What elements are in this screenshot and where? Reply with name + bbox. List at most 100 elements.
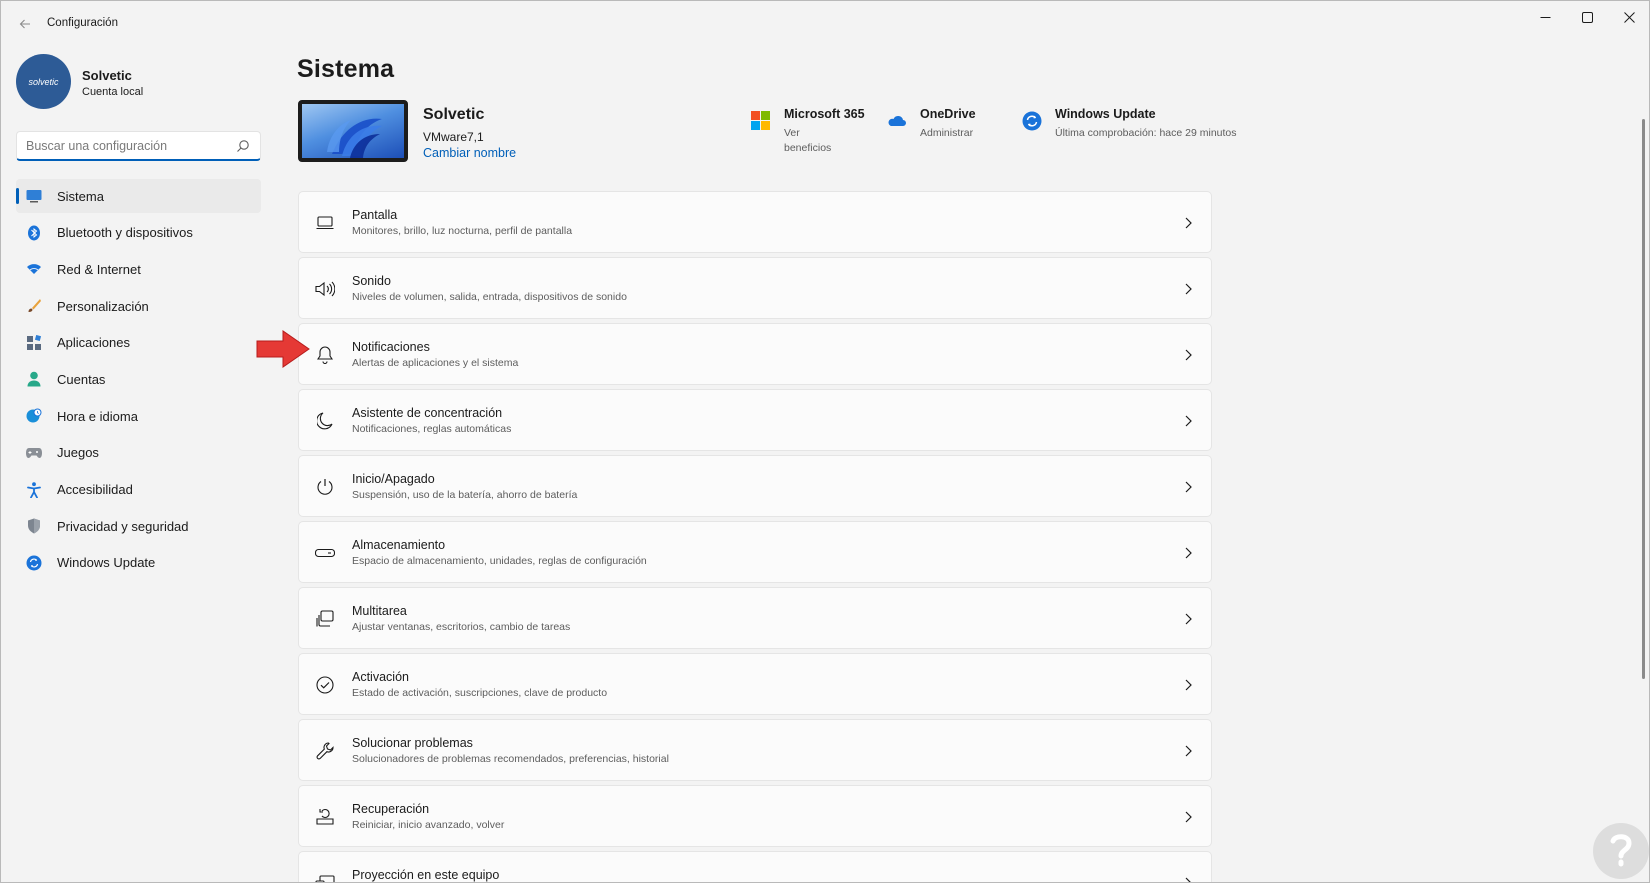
search-icon[interactable] bbox=[236, 139, 250, 153]
moon-icon bbox=[315, 411, 335, 431]
arrow-left-icon bbox=[19, 19, 30, 29]
projection-icon bbox=[315, 873, 335, 882]
shield-icon bbox=[26, 518, 42, 534]
sidebar-item-label: Juegos bbox=[57, 445, 99, 461]
page-title: Sistema bbox=[297, 55, 395, 83]
chevron-right-icon bbox=[1185, 877, 1191, 882]
chevron-right-icon bbox=[1185, 613, 1192, 625]
wallpaper-bloom-icon bbox=[327, 118, 382, 158]
check-circle-icon bbox=[315, 675, 335, 695]
setting-title: Activación bbox=[352, 670, 409, 684]
avatar: solvetic bbox=[16, 54, 71, 109]
setting-title: Solucionar problemas bbox=[352, 736, 473, 750]
chevron-right-icon bbox=[1185, 547, 1192, 559]
storage-icon bbox=[315, 543, 335, 563]
sidebar-item-label: Personalización bbox=[57, 298, 149, 314]
close-icon bbox=[1623, 11, 1635, 23]
setting-title: Asistente de concentración bbox=[352, 406, 503, 420]
minimize-icon bbox=[1540, 16, 1550, 18]
maximize-button[interactable] bbox=[1565, 1, 1609, 33]
brush-icon bbox=[26, 298, 42, 314]
chevron-right-icon bbox=[1185, 283, 1192, 295]
setting-inicio-apagado[interactable]: Inicio/Apagado Suspensión, uso de la bat… bbox=[298, 455, 1212, 517]
setting-subtitle: Suspensión, uso de la batería, ahorro de… bbox=[352, 489, 578, 501]
setting-activacion[interactable]: Activación Estado de activación, suscrip… bbox=[298, 653, 1212, 715]
sidebar-item-label: Accesibilidad bbox=[57, 482, 133, 497]
profile-name: Solvetic bbox=[82, 68, 132, 83]
setting-recuperacion[interactable]: Recuperación Reiniciar, inicio avanzado,… bbox=[298, 785, 1212, 847]
sidebar-item-label: Windows Update bbox=[57, 555, 156, 571]
setting-subtitle: Espacio de almacenamiento, unidades, reg… bbox=[352, 555, 647, 567]
setting-title: Almacenamiento bbox=[352, 538, 446, 552]
account-icon bbox=[26, 371, 42, 387]
recovery-icon bbox=[315, 807, 335, 827]
bell-icon bbox=[315, 345, 335, 365]
search-input[interactable] bbox=[26, 138, 226, 153]
setting-title: Multitarea bbox=[352, 604, 407, 618]
setting-subtitle: Niveles de volumen, salida, entrada, dis… bbox=[352, 291, 627, 303]
setting-title: Pantalla bbox=[352, 208, 398, 222]
quick-link-title: Windows Update bbox=[1055, 107, 1156, 121]
settings-list: Pantalla Monitores, brillo, luz nocturna… bbox=[298, 191, 1212, 882]
sidebar-item-label: Privacidad y seguridad bbox=[57, 518, 189, 534]
setting-title: Notificaciones bbox=[352, 340, 430, 354]
rename-link[interactable]: Cambiar nombre bbox=[423, 146, 516, 160]
setting-title: Proyección en este equipo bbox=[352, 868, 500, 882]
sidebar-item-accesibilidad[interactable]: Accesibilidad bbox=[16, 473, 261, 507]
sidebar-item-cuentas[interactable]: Cuentas bbox=[16, 362, 261, 396]
device-thumbnail bbox=[298, 100, 408, 162]
close-button[interactable] bbox=[1607, 1, 1649, 33]
setting-subtitle: Ajustar ventanas, escritorios, cambio de… bbox=[352, 621, 571, 633]
sidebar-item-label: Aplicaciones bbox=[57, 335, 130, 351]
quick-link-title: OneDrive bbox=[920, 107, 976, 121]
setting-subtitle: Solucionadores de problemas recomendados… bbox=[352, 753, 669, 765]
sidebar-item-red-internet[interactable]: Red & Internet bbox=[16, 252, 261, 286]
avatar-text: solvetic bbox=[28, 76, 59, 87]
sidebar-item-label: Cuentas bbox=[57, 371, 106, 387]
settings-window: Configuración solvetic Solvetic Cuenta l… bbox=[0, 0, 1650, 883]
setting-solucionar-problemas[interactable]: Solucionar problemas Solucionadores de p… bbox=[298, 719, 1212, 781]
scrollbar-thumb[interactable] bbox=[1642, 119, 1645, 679]
quick-link-title: Microsoft 365 bbox=[784, 107, 865, 121]
power-icon bbox=[315, 477, 335, 497]
sidebar-item-hora-idioma[interactable]: Hora e idioma bbox=[16, 399, 261, 433]
microsoft-logo-icon bbox=[751, 111, 770, 130]
setting-multitarea[interactable]: Multitarea Ajustar ventanas, escritorios… bbox=[298, 587, 1212, 649]
setting-pantalla[interactable]: Pantalla Monitores, brillo, luz nocturna… bbox=[298, 191, 1212, 253]
maximize-icon bbox=[1581, 11, 1593, 23]
setting-title: Recuperación bbox=[352, 802, 430, 816]
chevron-right-icon bbox=[1185, 481, 1192, 493]
sidebar-item-juegos[interactable]: Juegos bbox=[16, 436, 261, 470]
sidebar-item-privacidad[interactable]: Privacidad y seguridad bbox=[16, 509, 261, 543]
minimize-button[interactable] bbox=[1523, 1, 1567, 33]
sidebar-item-bluetooth[interactable]: Bluetooth y dispositivos bbox=[16, 216, 261, 250]
setting-almacenamiento[interactable]: Almacenamiento Espacio de almacenamiento… bbox=[298, 521, 1212, 583]
setting-proyeccion[interactable]: Proyección en este equipo bbox=[298, 851, 1212, 882]
sidebar-item-personalizacion[interactable]: Personalización bbox=[16, 289, 261, 323]
wifi-icon bbox=[26, 261, 42, 277]
chevron-right-icon bbox=[1185, 415, 1192, 427]
onedrive-cloud-icon bbox=[888, 115, 906, 126]
setting-subtitle: Monitores, brillo, luz nocturna, perfil … bbox=[352, 225, 573, 237]
display-icon bbox=[315, 213, 335, 233]
globe-clock-icon bbox=[26, 408, 42, 424]
quick-link-subtitle: Administrar bbox=[920, 127, 974, 139]
sidebar-item-sistema[interactable]: Sistema bbox=[16, 179, 261, 213]
gamepad-icon bbox=[26, 445, 42, 461]
setting-sonido[interactable]: Sonido Niveles de volumen, salida, entra… bbox=[298, 257, 1212, 319]
sidebar-item-aplicaciones[interactable]: Aplicaciones bbox=[16, 326, 261, 360]
back-button[interactable] bbox=[13, 13, 37, 35]
app-title: Configuración bbox=[47, 17, 118, 29]
setting-notificaciones[interactable]: Notificaciones Alertas de aplicaciones y… bbox=[298, 323, 1212, 385]
account-type: Cuenta local bbox=[82, 86, 144, 98]
apps-icon bbox=[26, 334, 42, 351]
setting-subtitle: Reiniciar, inicio avanzado, volver bbox=[352, 819, 505, 831]
wrench-icon bbox=[315, 741, 335, 761]
setting-title: Inicio/Apagado bbox=[352, 472, 435, 486]
setting-asistente-concentracion[interactable]: Asistente de concentración Notificacione… bbox=[298, 389, 1212, 451]
sidebar-item-windows-update[interactable]: Windows Update bbox=[16, 546, 261, 580]
annotation-arrow-icon bbox=[256, 330, 310, 368]
speaker-icon bbox=[315, 279, 335, 299]
chevron-right-icon bbox=[1185, 745, 1192, 757]
chevron-right-icon bbox=[1185, 679, 1192, 691]
